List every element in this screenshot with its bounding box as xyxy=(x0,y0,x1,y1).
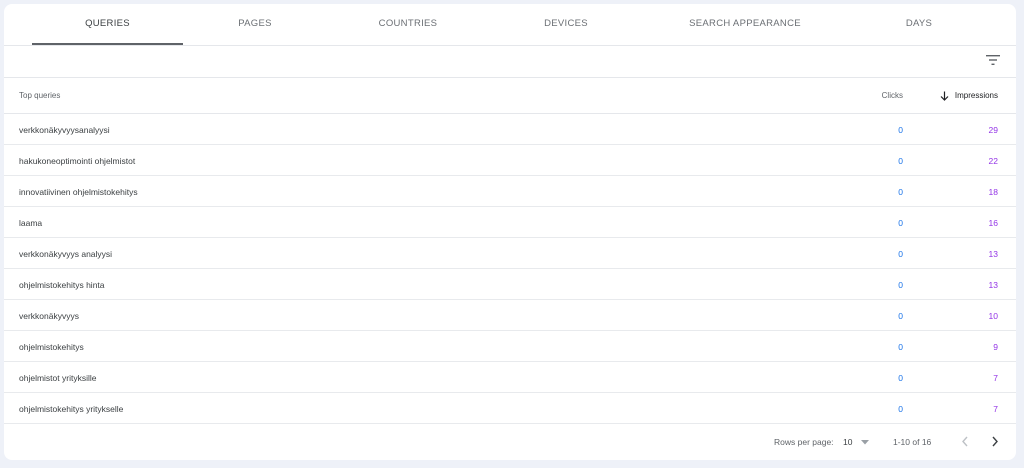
table-header: Top queries Clicks Impressions xyxy=(4,78,1016,114)
header-top-queries[interactable]: Top queries xyxy=(19,91,60,100)
chevron-right-icon[interactable] xyxy=(991,436,999,447)
chevron-left-icon[interactable] xyxy=(961,436,969,447)
impressions-value: 7 xyxy=(993,404,998,414)
query-text: laama xyxy=(19,218,43,228)
query-text: ohjelmistokehitys hinta xyxy=(19,280,105,290)
table-row[interactable]: laama 0 16 xyxy=(4,207,1016,238)
impressions-value: 7 xyxy=(993,373,998,383)
clicks-value: 0 xyxy=(898,342,903,352)
clicks-value: 0 xyxy=(898,311,903,321)
table-row[interactable]: ohjelmistokehitys 0 9 xyxy=(4,331,1016,362)
query-text: ohjelmistokehitys xyxy=(19,342,84,352)
arrow-down-icon xyxy=(940,91,949,101)
filter-bar xyxy=(4,45,1016,78)
clicks-value: 0 xyxy=(898,404,903,414)
caret-down-icon[interactable] xyxy=(861,440,869,445)
clicks-value: 0 xyxy=(898,249,903,259)
query-text: verkkonäkyvyysanalyysi xyxy=(19,125,110,135)
tab-days[interactable]: DAYS xyxy=(854,4,984,45)
rows-per-page-select[interactable]: 10 xyxy=(843,437,852,447)
tab-search-appearance[interactable]: SEARCH APPEARANCE xyxy=(654,4,836,45)
clicks-value: 0 xyxy=(898,125,903,135)
table-row[interactable]: ohjelmistokehitys hinta 0 13 xyxy=(4,269,1016,300)
impressions-value: 29 xyxy=(988,125,998,135)
impressions-value: 13 xyxy=(988,249,998,259)
clicks-value: 0 xyxy=(898,187,903,197)
table-row[interactable]: verkkonäkyvyys 0 10 xyxy=(4,300,1016,331)
clicks-value: 0 xyxy=(898,156,903,166)
filter-icon[interactable] xyxy=(986,54,1000,66)
tab-countries[interactable]: COUNTRIES xyxy=(334,4,482,45)
query-text: ohjelmistokehitys yritykselle xyxy=(19,404,124,414)
impressions-value: 16 xyxy=(988,218,998,228)
table-row[interactable]: ohjelmistokehitys yritykselle 0 7 xyxy=(4,393,1016,424)
query-rows: verkkonäkyvyysanalyysi 0 29 hakukoneopti… xyxy=(4,114,1016,424)
performance-table-card: QUERIES PAGES COUNTRIES DEVICES SEARCH A… xyxy=(4,4,1016,460)
table-row[interactable]: hakukoneoptimointi ohjelmistot 0 22 xyxy=(4,145,1016,176)
impressions-value: 9 xyxy=(993,342,998,352)
dimension-tabs: QUERIES PAGES COUNTRIES DEVICES SEARCH A… xyxy=(4,4,1016,46)
header-impressions[interactable]: Impressions xyxy=(955,91,998,100)
table-row[interactable]: verkkonäkyvyysanalyysi 0 29 xyxy=(4,114,1016,145)
header-clicks[interactable]: Clicks xyxy=(882,91,903,100)
impressions-value: 22 xyxy=(988,156,998,166)
table-row[interactable]: innovatiivinen ohjelmistokehitys 0 18 xyxy=(4,176,1016,207)
clicks-value: 0 xyxy=(898,218,903,228)
tab-devices[interactable]: DEVICES xyxy=(492,4,640,45)
tab-queries[interactable]: QUERIES xyxy=(34,4,181,45)
clicks-value: 0 xyxy=(898,280,903,290)
impressions-value: 18 xyxy=(988,187,998,197)
query-text: verkkonäkyvyys analyysi xyxy=(19,249,113,259)
tab-pages[interactable]: PAGES xyxy=(184,4,326,45)
query-text: verkkonäkyvyys xyxy=(19,311,79,321)
rows-per-page-label: Rows per page: xyxy=(774,437,834,447)
query-text: hakukoneoptimointi ohjelmistot xyxy=(19,156,136,166)
table-pagination: Rows per page: 10 1-10 of 16 xyxy=(4,424,1016,460)
table-row[interactable]: verkkonäkyvyys analyysi 0 13 xyxy=(4,238,1016,269)
impressions-value: 10 xyxy=(988,311,998,321)
table-row[interactable]: ohjelmistot yrityksille 0 7 xyxy=(4,362,1016,393)
clicks-value: 0 xyxy=(898,373,903,383)
impressions-value: 13 xyxy=(988,280,998,290)
query-text: ohjelmistot yrityksille xyxy=(19,373,97,383)
pagination-range: 1-10 of 16 xyxy=(893,437,932,447)
query-text: innovatiivinen ohjelmistokehitys xyxy=(19,187,138,197)
